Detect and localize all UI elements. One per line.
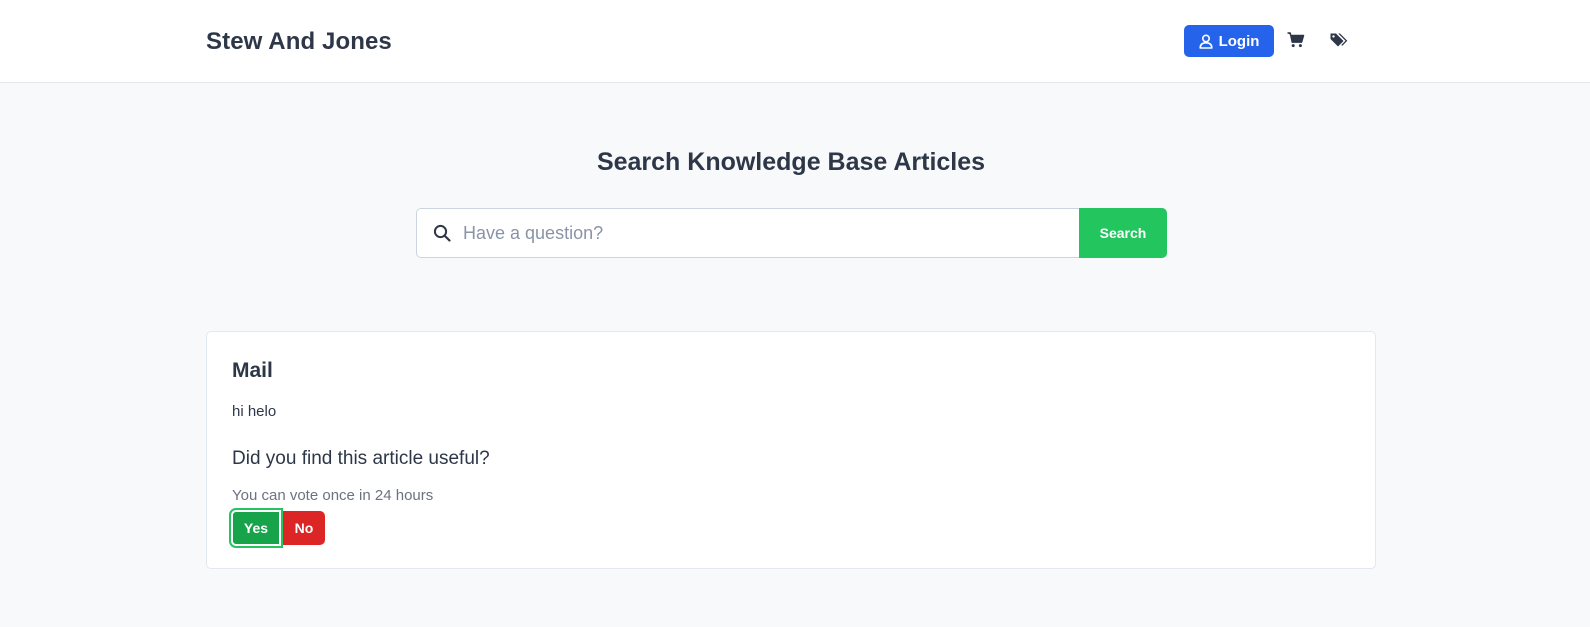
tags-icon[interactable]: [1328, 30, 1350, 50]
vote-no-button[interactable]: No: [283, 511, 325, 545]
top-navbar: Stew And Jones Login: [0, 0, 1590, 83]
site-brand[interactable]: Stew And Jones: [206, 28, 392, 56]
feedback-question: Did you find this article useful?: [232, 448, 490, 469]
search-icon: [432, 223, 452, 243]
login-button[interactable]: Login: [1184, 25, 1274, 57]
page-title: Search Knowledge Base Articles: [596, 148, 986, 176]
search-field: [416, 208, 1080, 258]
search-button[interactable]: Search: [1079, 208, 1167, 258]
user-icon: [1198, 33, 1213, 49]
vote-note: You can vote once in 24 hours: [232, 487, 434, 504]
login-label: Login: [1218, 32, 1260, 50]
search-input[interactable]: [463, 213, 1063, 253]
vote-yes-button[interactable]: Yes: [229, 508, 283, 548]
article-card: Mail hi helo Did you find this article u…: [206, 331, 1376, 569]
article-title: Mail: [232, 359, 273, 382]
article-body: hi helo: [232, 403, 277, 420]
cart-icon[interactable]: [1285, 30, 1307, 50]
